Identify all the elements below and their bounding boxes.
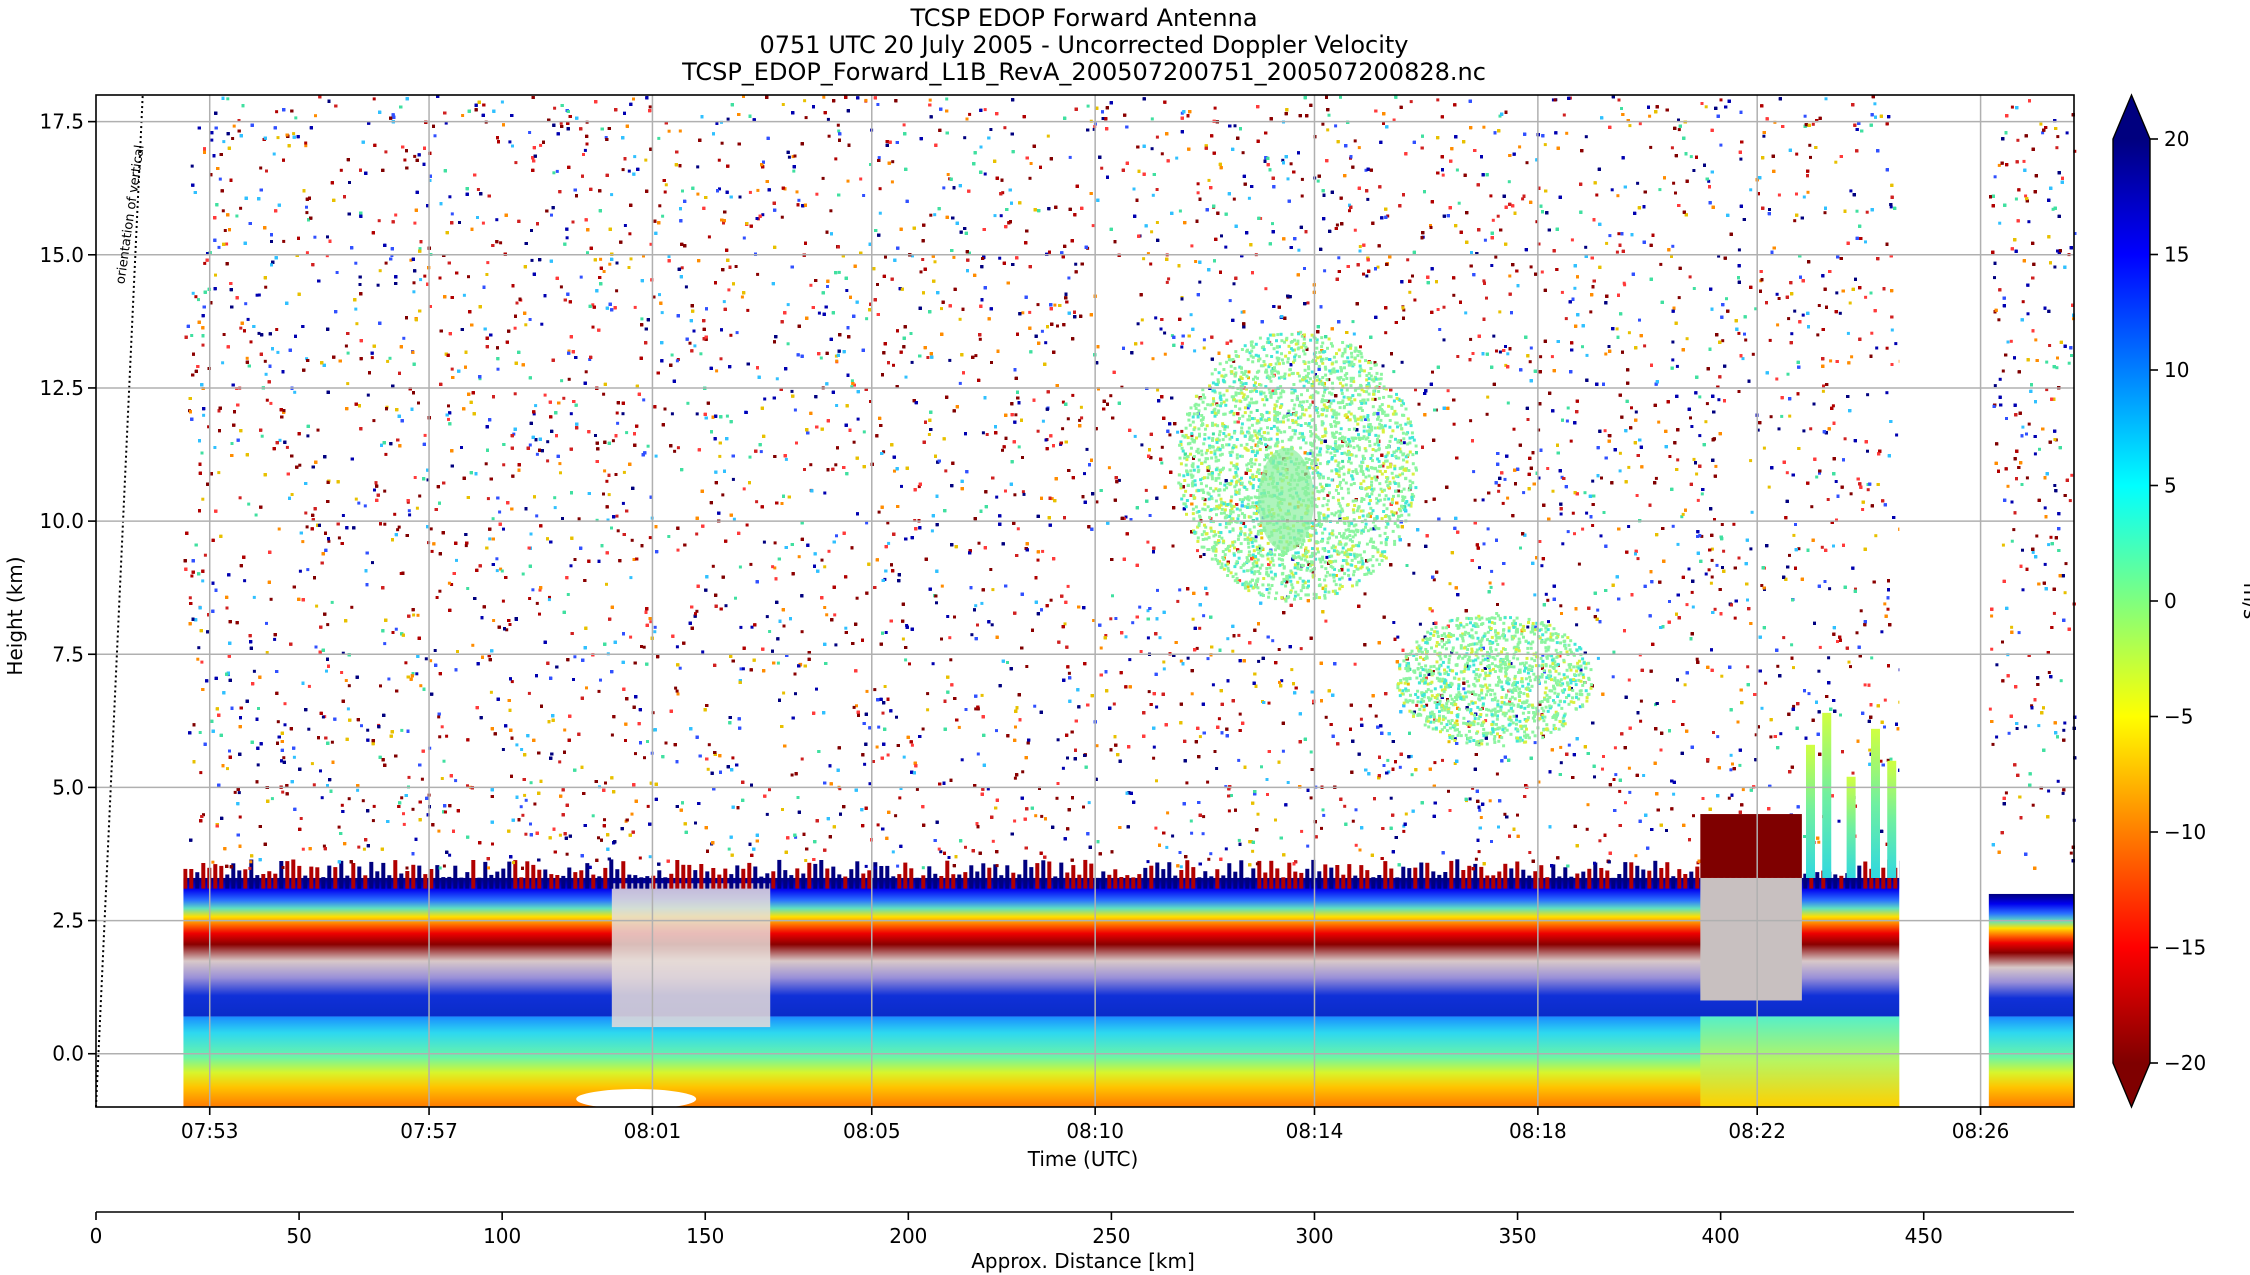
colorbar-tick-label: 0 (2164, 589, 2177, 613)
y-tick-label: 0.0 (52, 1042, 84, 1066)
y-tick-label: 5.0 (52, 775, 84, 799)
convective-cell-column (1822, 712, 1832, 878)
distance-tick-label: 300 (1295, 1224, 1333, 1248)
title-line-3: TCSP_EDOP_Forward_L1B_RevA_200507200751_… (681, 58, 1486, 86)
x-tick-label: 08:05 (843, 1119, 901, 1143)
feature-noise-region (183, 95, 2077, 871)
distance-tick-label: 200 (889, 1224, 927, 1248)
convective-cell-noise (1700, 877, 1802, 1001)
x-tick-label: 08:10 (1066, 1119, 1124, 1143)
surface-band-segment (1988, 1016, 2074, 1107)
x-tick-label: 07:53 (181, 1119, 239, 1143)
colorbar-tick-label: −10 (2164, 820, 2206, 844)
figure: TCSP EDOP Forward Antenna 0751 UTC 20 Ju… (3, 4, 2250, 1273)
distance-tick-label: 150 (686, 1224, 724, 1248)
y-tick-label: 7.5 (52, 642, 84, 666)
cloud-echo-core (1258, 447, 1315, 552)
distance-tick-label: 50 (286, 1224, 311, 1248)
colorbar-tick-label: 20 (2164, 127, 2189, 151)
data-gap (1899, 95, 1989, 1107)
colorbar: 20 15 10 5 0 −5 −10 −15 −20 (2112, 93, 2206, 1109)
colorbar-label: m/s (2239, 583, 2250, 620)
x-tick-label: 08:18 (1509, 1119, 1567, 1143)
feature-cloud-echo (1177, 330, 1418, 603)
colorbar-tick-label: −5 (2164, 705, 2193, 729)
colorbar-tick-label: 5 (2164, 474, 2177, 498)
distance-tick-label: 250 (1092, 1224, 1130, 1248)
convective-cell-column (1870, 728, 1880, 878)
colorbar-tick-label: 15 (2164, 243, 2189, 267)
low-level-layer-band (183, 877, 1900, 1017)
convective-cell-core (1700, 814, 1802, 878)
distance-tick-label: 400 (1702, 1224, 1740, 1248)
colorbar-tick-label: −20 (2164, 1051, 2206, 1075)
y-axis-label: Height (km) (3, 556, 27, 675)
y-tick-label: 17.5 (39, 110, 84, 134)
distance-axis-label: Approx. Distance [km] (971, 1249, 1195, 1273)
x-tick-label: 08:01 (624, 1119, 682, 1143)
y-tick-label: 10.0 (39, 509, 84, 533)
distance-tick-label: 0 (90, 1224, 103, 1248)
x-tick-label: 08:26 (1952, 1119, 2010, 1143)
distance-tick-label: 100 (483, 1224, 521, 1248)
surface-gap (576, 1089, 697, 1110)
convective-cell-column (1805, 744, 1815, 878)
surface-band-segment (183, 1016, 1900, 1107)
low-level-layer-right (1988, 893, 2074, 1017)
x-axis-label: Time (UTC) (1027, 1147, 1139, 1171)
y-tick-label: 15.0 (39, 243, 84, 267)
colorbar-tick-label: 10 (2164, 358, 2189, 382)
colorbar-tick-label: −15 (2164, 936, 2206, 960)
data-gap (96, 95, 184, 1107)
y-tick-label: 2.5 (52, 909, 84, 933)
y-tick-label: 12.5 (39, 376, 84, 400)
x-tick-label: 08:22 (1728, 1119, 1786, 1143)
convective-cell-column (1846, 776, 1856, 878)
convective-base (1700, 1016, 1900, 1107)
plot-area (95, 94, 2077, 1110)
title-line-1: TCSP EDOP Forward Antenna (909, 4, 1257, 32)
x-tick-label: 07:57 (400, 1119, 458, 1143)
feature-cloud-echo (1396, 612, 1593, 748)
title-line-2: 0751 UTC 20 July 2005 - Uncorrected Dopp… (759, 31, 1408, 59)
colorbar-extend-top (2113, 95, 2150, 139)
distance-tick-label: 450 (1905, 1224, 1943, 1248)
distance-tick-label: 350 (1498, 1224, 1536, 1248)
noisy-patch (611, 883, 771, 1028)
colorbar-extend-bottom (2113, 1063, 2150, 1107)
convective-cell-column (1887, 760, 1897, 878)
x-tick-label: 08:14 (1286, 1119, 1344, 1143)
colorbar-body (2113, 139, 2150, 1063)
chart-title: TCSP EDOP Forward Antenna 0751 UTC 20 Ju… (681, 4, 1486, 86)
